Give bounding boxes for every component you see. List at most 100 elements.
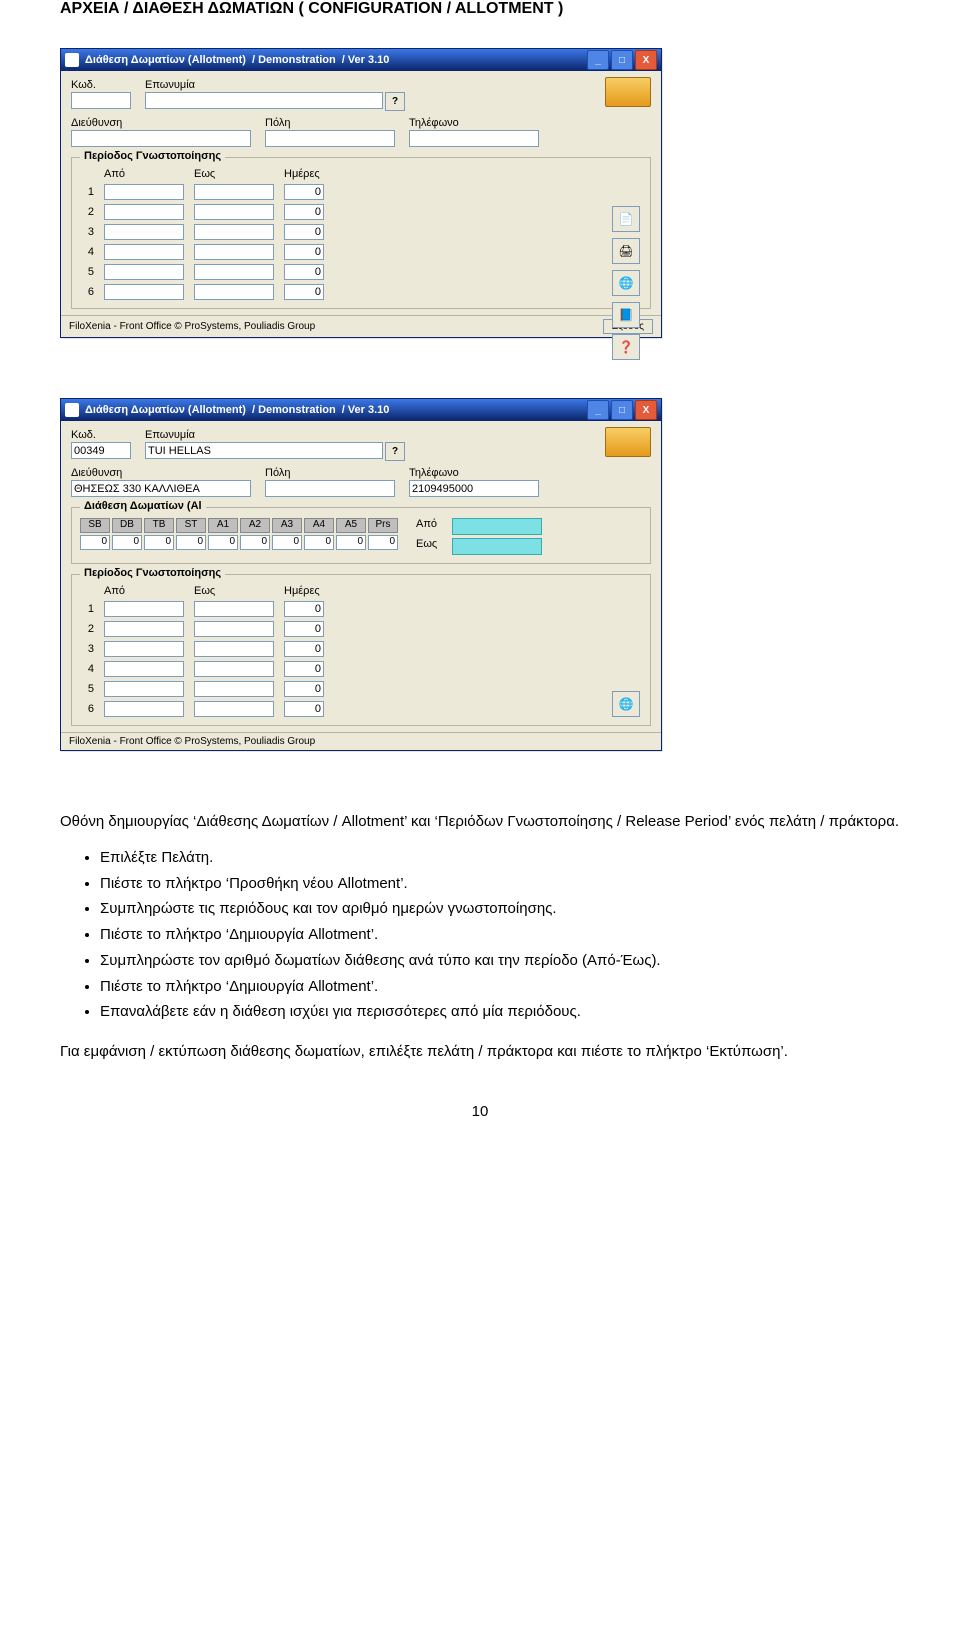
label-tilefono: Τηλέφωνο <box>409 117 539 129</box>
col-apo: Από <box>104 585 184 597</box>
row-num: 4 <box>80 663 94 675</box>
imeres-input[interactable] <box>284 284 324 300</box>
dieuthynsi-input[interactable] <box>71 130 251 147</box>
poli-input[interactable] <box>265 480 395 497</box>
imeres-input[interactable] <box>284 701 324 717</box>
allot-header: ST <box>176 518 206 533</box>
allot-header: SB <box>80 518 110 533</box>
apo-input[interactable] <box>104 681 184 697</box>
step-item: Συμπληρώστε τις περιόδους και τον αριθμό… <box>100 898 900 920</box>
eos-input[interactable] <box>194 204 274 220</box>
window-title-ver: / Ver 3.10 <box>342 54 390 66</box>
eos-input[interactable] <box>194 244 274 260</box>
apo-input[interactable] <box>104 204 184 220</box>
apo-input[interactable] <box>104 184 184 200</box>
tilefono-input[interactable] <box>409 480 539 497</box>
app-icon <box>65 403 79 417</box>
lookup-button[interactable]: ? <box>385 442 405 461</box>
lookup-button[interactable]: ? <box>385 92 405 111</box>
allot-cell[interactable]: 0 <box>144 535 174 550</box>
eos-input[interactable] <box>194 681 274 697</box>
window-title-demo: / Demonstration <box>252 54 336 66</box>
col-eos: Εως <box>194 168 274 180</box>
minimize-button[interactable]: _ <box>587 50 609 70</box>
apo-input[interactable] <box>104 661 184 677</box>
allot-cell[interactable]: 0 <box>336 535 366 550</box>
apo-input[interactable] <box>104 244 184 260</box>
eos-input[interactable] <box>194 224 274 240</box>
tool-icon[interactable]: 📄 <box>612 206 640 232</box>
step-item: Επαναλάβετε εάν η διάθεση ισχύει για περ… <box>100 1001 900 1023</box>
allot-cell[interactable]: 0 <box>368 535 398 550</box>
eos-input[interactable] <box>194 184 274 200</box>
app-icon <box>65 53 79 67</box>
brand-logo <box>605 427 651 457</box>
dieuthynsi-input[interactable] <box>71 480 251 497</box>
apo-input[interactable] <box>104 284 184 300</box>
maximize-button[interactable]: □ <box>611 50 633 70</box>
kod-input[interactable] <box>71 92 131 109</box>
imeres-input[interactable] <box>284 681 324 697</box>
imeres-input[interactable] <box>284 661 324 677</box>
eos-input[interactable] <box>194 621 274 637</box>
tool-icon[interactable]: 🖨 <box>612 238 640 264</box>
brand-logo <box>605 77 651 107</box>
imeres-input[interactable] <box>284 244 324 260</box>
close-button[interactable]: X <box>635 50 657 70</box>
row-num: 3 <box>80 226 94 238</box>
maximize-button[interactable]: □ <box>611 400 633 420</box>
allot-cell[interactable]: 0 <box>80 535 110 550</box>
eponymia-input[interactable] <box>145 442 383 459</box>
imeres-input[interactable] <box>284 621 324 637</box>
step-item: Πιέστε το πλήκτρο ‘Προσθήκη νέου Allotme… <box>100 873 900 895</box>
imeres-input[interactable] <box>284 264 324 280</box>
tool-icon[interactable]: 🌐 <box>612 270 640 296</box>
apo-input[interactable] <box>104 621 184 637</box>
allot-header: A5 <box>336 518 366 533</box>
eos-date-input[interactable] <box>452 538 542 555</box>
allot-cell[interactable]: 0 <box>304 535 334 550</box>
eos-input[interactable] <box>194 264 274 280</box>
tool-icon[interactable]: 📘 <box>612 302 640 328</box>
poli-input[interactable] <box>265 130 395 147</box>
apo-date-input[interactable] <box>452 518 542 535</box>
allot-header: A1 <box>208 518 238 533</box>
tool-icon[interactable]: ❓ <box>612 334 640 360</box>
eos-input[interactable] <box>194 701 274 717</box>
eos-input[interactable] <box>194 284 274 300</box>
tilefono-input[interactable] <box>409 130 539 147</box>
row-num: 5 <box>80 266 94 278</box>
eos-input[interactable] <box>194 641 274 657</box>
apo-input[interactable] <box>104 641 184 657</box>
eos-input[interactable] <box>194 661 274 677</box>
allot-cell[interactable]: 0 <box>272 535 302 550</box>
diathesi-legend: Διάθεση Δωματίων (Al <box>80 500 206 512</box>
imeres-input[interactable] <box>284 204 324 220</box>
allot-cell[interactable]: 0 <box>208 535 238 550</box>
kod-input[interactable] <box>71 442 131 459</box>
allot-cell[interactable]: 0 <box>112 535 142 550</box>
imeres-input[interactable] <box>284 601 324 617</box>
row-num: 5 <box>80 683 94 695</box>
periodos-legend: Περίοδος Γνωστοποίησης <box>80 567 225 579</box>
label-dieuthynsi: Διεύθυνση <box>71 467 251 479</box>
label-apo2: Από <box>416 518 446 535</box>
apo-input[interactable] <box>104 601 184 617</box>
allot-header: Prs <box>368 518 398 533</box>
imeres-input[interactable] <box>284 641 324 657</box>
imeres-input[interactable] <box>284 224 324 240</box>
apo-input[interactable] <box>104 701 184 717</box>
close-button[interactable]: X <box>635 400 657 420</box>
tool-icon[interactable]: 🌐 <box>612 691 640 717</box>
col-apo: Από <box>104 168 184 180</box>
label-poli: Πόλη <box>265 117 395 129</box>
imeres-input[interactable] <box>284 184 324 200</box>
allot-cell[interactable]: 0 <box>176 535 206 550</box>
eos-input[interactable] <box>194 601 274 617</box>
apo-input[interactable] <box>104 224 184 240</box>
apo-input[interactable] <box>104 264 184 280</box>
window-title: Διάθεση Δωματίων (Allotment) <box>85 404 246 416</box>
minimize-button[interactable]: _ <box>587 400 609 420</box>
eponymia-input[interactable] <box>145 92 383 109</box>
allot-cell[interactable]: 0 <box>240 535 270 550</box>
